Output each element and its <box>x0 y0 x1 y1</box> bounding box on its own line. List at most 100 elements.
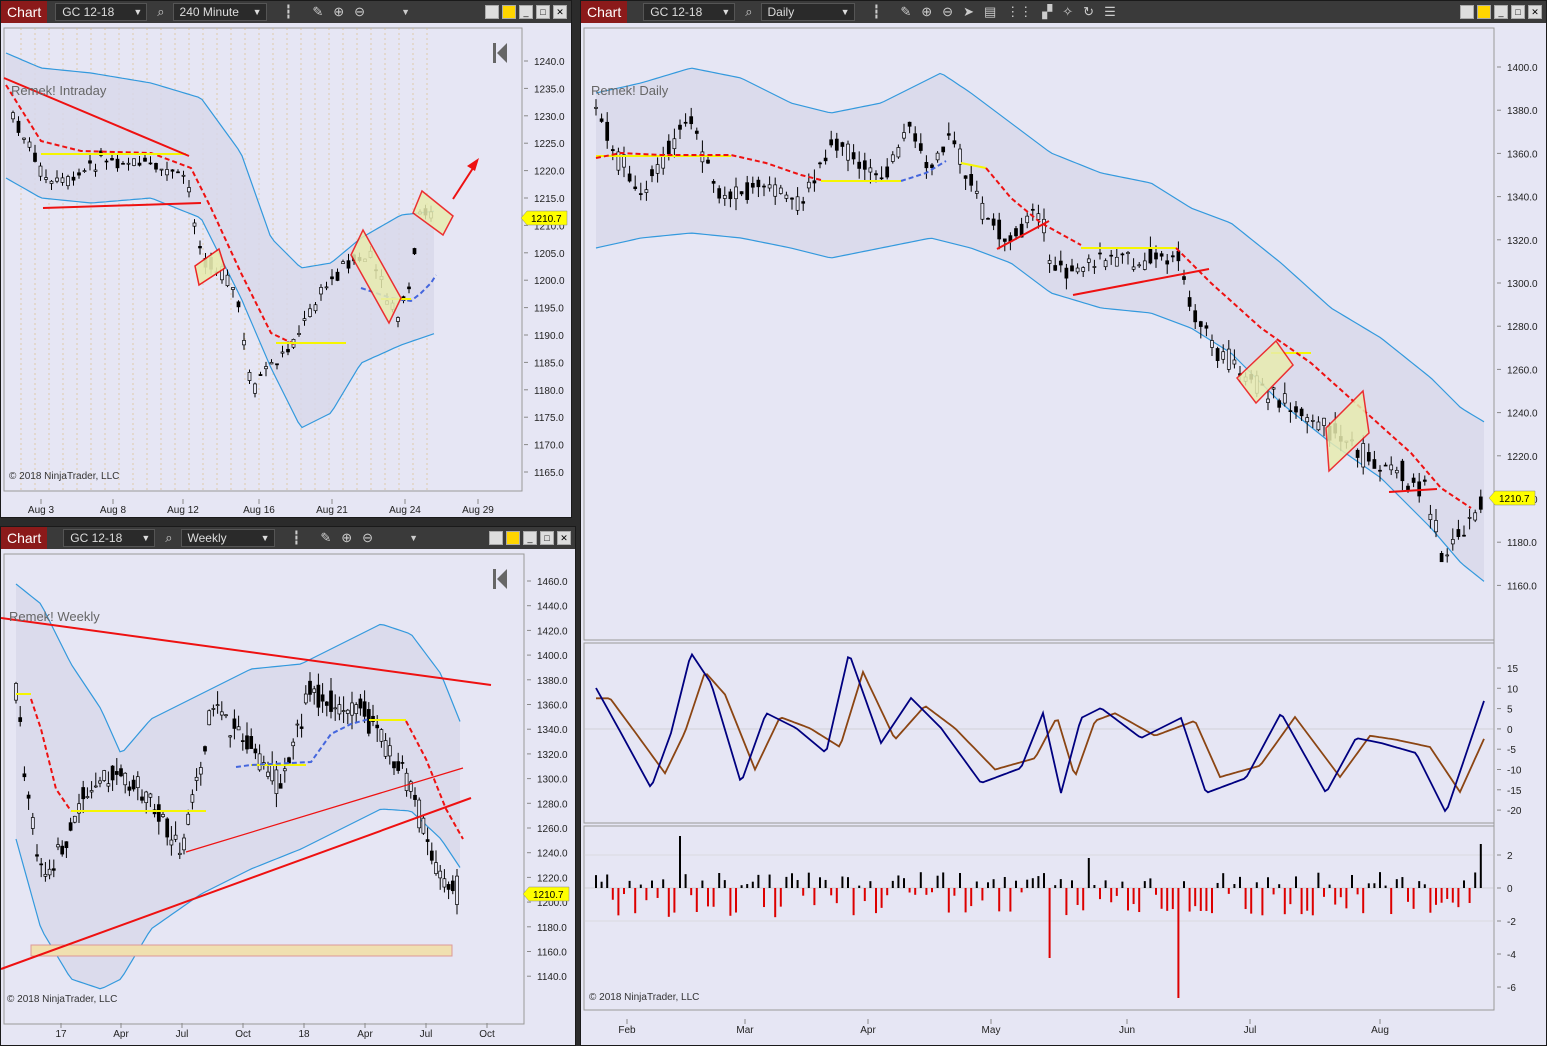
candle-body <box>85 796 90 799</box>
candle-body <box>1053 265 1058 271</box>
candle-body <box>207 710 212 726</box>
candle-body <box>1450 539 1455 545</box>
maximize-icon[interactable]: □ <box>1511 5 1525 19</box>
indicators-icon[interactable]: ⋮⋮ <box>1006 4 1032 20</box>
restore-icon[interactable] <box>1460 5 1474 19</box>
zoom-in-icon[interactable]: ⊕ <box>333 4 344 20</box>
instrument-selector[interactable]: GC 12-18 ▼ <box>55 3 148 21</box>
menu-dropdown-icon[interactable]: ▼ <box>409 533 418 543</box>
minimize-icon[interactable]: _ <box>1494 5 1508 19</box>
minimize-icon[interactable]: _ <box>523 531 537 545</box>
candle-body <box>135 776 140 788</box>
interval-selector[interactable]: 240 Minute ▼ <box>172 3 267 21</box>
candle-body <box>1355 449 1360 458</box>
candle-body <box>446 884 451 890</box>
last-price-label: 1210.7 <box>1499 494 1530 505</box>
menu-dropdown-icon[interactable]: ▼ <box>401 7 410 17</box>
candle-body <box>148 162 153 165</box>
instrument-selector[interactable]: GC 12-18 ▼ <box>63 529 156 547</box>
candle-body <box>890 154 895 162</box>
y-tick-label: 1420.0 <box>537 626 568 637</box>
link-icon[interactable] <box>502 5 516 19</box>
search-icon[interactable]: ⌕ <box>165 530 172 546</box>
candle-body <box>38 165 43 177</box>
intraday-price-chart[interactable]: Remek! Intraday © 2018 NinjaTrader, LLC 12… <box>1 23 571 517</box>
histogram-bar <box>1143 881 1146 888</box>
close-icon[interactable]: ✕ <box>557 531 571 545</box>
y-tick-label: 1300.0 <box>537 775 568 786</box>
candle-body <box>616 151 621 171</box>
intraday-toolbar: Chart GC 12-18 ▼ ⌕ 240 Minute ▼ ┇ ✎ ⊕ ⊖ ▼ … <box>1 1 571 23</box>
bar-type-icon[interactable]: ┇ <box>293 530 301 546</box>
restore-icon[interactable] <box>485 5 499 19</box>
candle-body <box>1383 464 1388 467</box>
bar-type-icon[interactable]: ┇ <box>873 4 881 20</box>
restore-icon[interactable] <box>489 531 503 545</box>
candle-body <box>93 785 98 788</box>
instrument-selector[interactable]: GC 12-18 ▼ <box>643 3 736 21</box>
maximize-icon[interactable]: □ <box>536 5 550 19</box>
histogram-bar <box>1373 883 1376 888</box>
data-box-icon[interactable]: ▤ <box>984 4 996 20</box>
candle-body <box>43 873 48 877</box>
histogram-bar <box>987 882 989 888</box>
templates-icon[interactable]: ✧ <box>1062 4 1073 20</box>
bar-type-icon[interactable]: ┇ <box>285 4 293 20</box>
close-icon[interactable]: ✕ <box>553 5 567 19</box>
close-icon[interactable]: ✕ <box>1528 5 1542 19</box>
zoom-out-icon[interactable]: ⊖ <box>354 4 365 20</box>
y-tick-label: -20 <box>1507 806 1522 817</box>
interval-selector[interactable]: Daily ▼ <box>760 3 855 21</box>
candle-body <box>1098 252 1102 255</box>
y-tick-label: 1340.0 <box>1507 193 1538 204</box>
candle-body <box>1378 469 1382 472</box>
candle-body <box>1299 408 1304 417</box>
histogram-bar <box>1250 888 1253 914</box>
draw-tool-icon[interactable]: ✎ <box>320 530 331 546</box>
candle-body <box>341 710 346 712</box>
search-icon[interactable]: ⌕ <box>157 4 164 20</box>
search-icon[interactable]: ⌕ <box>745 4 752 20</box>
candle-body <box>187 187 191 193</box>
chart-tab[interactable]: Chart <box>1 1 48 23</box>
maximize-icon[interactable]: □ <box>540 531 554 545</box>
histogram-bar <box>835 888 838 904</box>
histogram-bar <box>1401 877 1404 888</box>
candle-body <box>89 790 94 793</box>
draw-tool-icon[interactable]: ✎ <box>900 4 911 20</box>
minimize-icon[interactable]: _ <box>519 5 533 19</box>
chart-tab[interactable]: Chart <box>1 527 48 549</box>
histogram-bar <box>869 881 872 888</box>
histogram-bar <box>841 876 844 888</box>
interval-selector[interactable]: Weekly ▼ <box>180 529 275 547</box>
histogram-bar <box>1479 844 1482 888</box>
draw-tool-icon[interactable]: ✎ <box>312 4 323 20</box>
candle-body <box>1428 513 1433 520</box>
indicator-label: Remek! Weekly <box>9 609 100 624</box>
histogram-bar <box>1076 888 1079 905</box>
histogram-bar <box>908 888 911 893</box>
zoom-out-icon[interactable]: ⊖ <box>942 4 953 20</box>
reload-icon[interactable]: ↻ <box>1083 4 1094 20</box>
link-icon[interactable] <box>506 531 520 545</box>
candle-body <box>806 181 811 189</box>
candle-body <box>1126 252 1130 255</box>
histogram-bar <box>886 888 889 896</box>
copyright-text: © 2018 NinjaTrader, LLC <box>9 471 119 482</box>
zoom-in-icon[interactable]: ⊕ <box>341 530 352 546</box>
candle-body <box>417 799 422 829</box>
histogram-bar <box>1026 879 1029 888</box>
zoom-in-icon[interactable]: ⊕ <box>921 4 932 20</box>
weekly-price-chart[interactable]: Remek! Weekly © 2018 NinjaTrader, LLC 1460… <box>1 549 575 1045</box>
properties-icon[interactable]: ☰ <box>1104 4 1116 20</box>
link-icon[interactable] <box>1477 5 1491 19</box>
histogram-bar <box>662 879 665 888</box>
candle-body <box>918 143 923 151</box>
candle-body <box>694 130 699 134</box>
pointer-icon[interactable]: ➤ <box>963 4 974 20</box>
chart-tab[interactable]: Chart <box>581 1 628 23</box>
daily-price-chart[interactable]: Remek! Daily © 2018 NinjaTrader, LLC 1400.… <box>581 23 1546 1045</box>
strategies-icon[interactable]: ▞ <box>1042 4 1052 20</box>
candle-body <box>33 152 37 162</box>
zoom-out-icon[interactable]: ⊖ <box>362 530 373 546</box>
